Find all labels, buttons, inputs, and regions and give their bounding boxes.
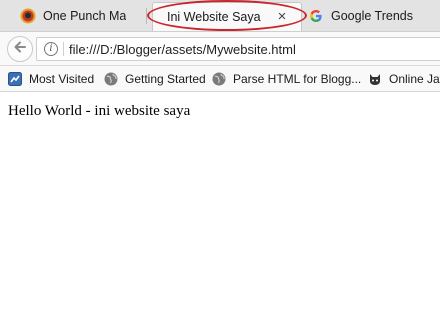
tab-separator	[146, 8, 147, 24]
info-icon[interactable]: i	[44, 42, 58, 56]
tab-title: Google Trends	[331, 9, 413, 23]
globe-icon	[104, 72, 118, 86]
back-button[interactable]	[7, 36, 33, 62]
bookmark-most-visited[interactable]: Most Visited	[8, 71, 94, 87]
tab-google-trends[interactable]: Google Trends	[308, 2, 440, 30]
page-text: Hello World - ini website saya	[8, 103, 191, 119]
most-visited-icon	[8, 72, 22, 86]
back-arrow-icon	[13, 40, 27, 59]
address-bar[interactable]: i file:///D:/Blogger/assets/Mywebsite.ht…	[36, 37, 440, 61]
tab-ini-website-saya[interactable]: Ini Website Saya ×	[152, 2, 302, 31]
bookmarks-bar: Most Visited Getting Started Parse HTML …	[0, 66, 440, 92]
bookmark-getting-started[interactable]: Getting Started	[104, 71, 206, 87]
bookmark-parse-html[interactable]: Parse HTML for Blogg...	[212, 71, 361, 87]
bookmark-label: Online Jav	[389, 72, 440, 86]
tab-one-punch-man[interactable]: One Punch Ma	[20, 2, 144, 30]
cat-icon	[368, 72, 382, 86]
bookmark-label: Getting Started	[125, 72, 206, 86]
url-text[interactable]: file:///D:/Blogger/assets/Mywebsite.html	[69, 42, 296, 57]
navigation-bar: i file:///D:/Blogger/assets/Mywebsite.ht…	[0, 32, 440, 66]
bookmark-label: Most Visited	[29, 72, 95, 86]
tab-title: One Punch Ma	[43, 9, 127, 23]
bookmark-label: Parse HTML for Blogg...	[233, 72, 362, 86]
tab-title: Ini Website Saya	[167, 10, 261, 24]
google-g-icon	[308, 8, 324, 24]
close-tab-icon[interactable]: ×	[275, 9, 289, 24]
globe-icon	[212, 72, 226, 86]
one-punch-man-favicon	[20, 8, 36, 24]
tab-strip: One Punch Ma Ini Website Saya × Google T…	[0, 0, 440, 32]
bookmark-online-jav[interactable]: Online Jav	[368, 71, 440, 87]
url-divider	[63, 42, 64, 56]
